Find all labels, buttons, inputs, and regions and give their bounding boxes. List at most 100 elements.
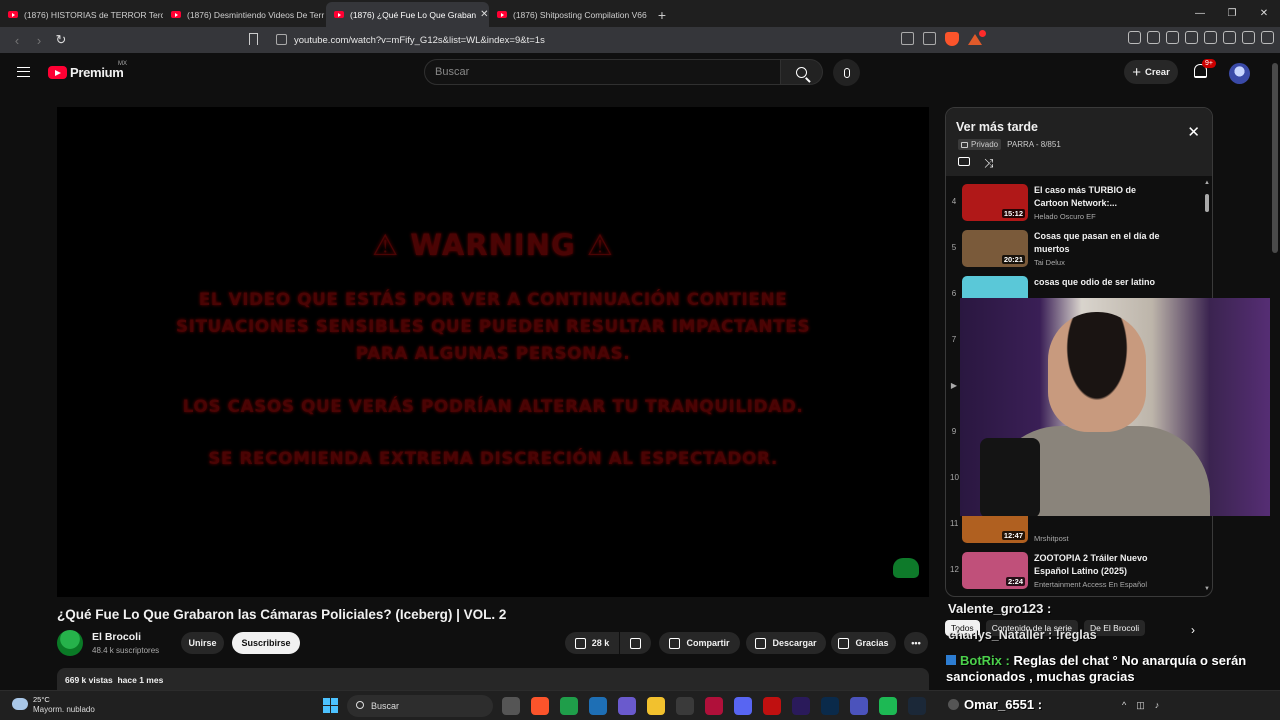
extensions-icon[interactable]: [1128, 31, 1141, 44]
account-avatar[interactable]: [1229, 63, 1250, 84]
volume-icon[interactable]: ♪: [1155, 700, 1160, 711]
playlist-item[interactable]: 5 20:21 Cosas que pasan en el día de muert…: [946, 226, 1212, 272]
maximize-icon[interactable]: ❐: [1216, 0, 1248, 27]
forward-icon[interactable]: ›: [28, 29, 50, 51]
create-label: Crear: [1144, 66, 1170, 78]
item-thumbnail[interactable]: 15:12: [962, 184, 1028, 221]
subscribe-button[interactable]: Suscribirse: [232, 632, 300, 654]
item-title[interactable]: Cosas que pasan en el día de muertos: [1034, 230, 1169, 256]
item-channel[interactable]: Mrshitpost: [1034, 534, 1069, 543]
search-button[interactable]: [781, 59, 823, 85]
close-window-icon[interactable]: ✕: [1248, 0, 1280, 27]
folder-app-icon[interactable]: [647, 697, 665, 715]
item-index: ▶: [950, 381, 958, 390]
windows-start-icon[interactable]: [323, 698, 338, 713]
chips-next-icon[interactable]: ›: [1191, 623, 1195, 637]
join-button[interactable]: Unirse: [181, 632, 224, 654]
site-info-icon[interactable]: [276, 34, 287, 45]
vs-app-icon[interactable]: [589, 697, 607, 715]
steam-app-icon[interactable]: [908, 697, 926, 715]
cast-icon[interactable]: [901, 32, 914, 45]
minimize-icon[interactable]: —: [1184, 0, 1216, 27]
screenshot-icon[interactable]: [1147, 31, 1160, 44]
voice-search-button[interactable]: [833, 59, 860, 86]
more-actions-button[interactable]: •••: [904, 632, 928, 654]
item-index: 11: [950, 519, 959, 528]
download-button[interactable]: Descargar: [746, 632, 826, 654]
task-view-icon[interactable]: [502, 697, 520, 715]
media-icon[interactable]: [1166, 31, 1179, 44]
close-playlist-icon[interactable]: ✕: [1187, 123, 1200, 141]
microphone-arm: [980, 438, 1040, 516]
share-button[interactable]: Compartir: [659, 632, 740, 654]
tray-overflow-icon[interactable]: ^: [1122, 700, 1126, 711]
browser-tab-active[interactable]: (1876) ¿Qué Fue Lo Que Graban ✕: [326, 2, 489, 27]
item-thumbnail[interactable]: 20:21: [962, 230, 1028, 267]
dislike-button[interactable]: [620, 632, 651, 654]
bookmark-icon[interactable]: [249, 33, 258, 45]
item-title[interactable]: cosas que odio de ser latino: [1034, 276, 1169, 289]
channel-avatar[interactable]: [57, 630, 83, 656]
brave-shields-icon[interactable]: [945, 32, 959, 46]
new-tab-icon[interactable]: +: [652, 2, 672, 27]
browser-tab[interactable]: (1876) Desmintiendo Videos De Terr: [163, 2, 326, 27]
loop-icon[interactable]: [958, 157, 970, 166]
shuffle-icon[interactable]: ⤨: [984, 156, 994, 171]
item-channel[interactable]: Helado Oscuro EF: [1034, 212, 1096, 221]
item-thumbnail[interactable]: 2:24: [962, 552, 1028, 589]
item-index: 10: [950, 473, 959, 482]
sidebar-icon[interactable]: [1185, 31, 1198, 44]
vpn-icon[interactable]: [1242, 31, 1255, 44]
opera-app-icon[interactable]: [763, 697, 781, 715]
brave-app-icon[interactable]: [531, 697, 549, 715]
channel-watermark-icon[interactable]: [893, 558, 919, 578]
premiere-app-icon[interactable]: [792, 697, 810, 715]
item-index: 12: [950, 565, 959, 574]
browser-tab[interactable]: (1876) HISTORIAS de TERROR Tercer: [0, 2, 163, 27]
taskbar-search[interactable]: Buscar: [347, 695, 493, 717]
close-tab-icon[interactable]: ✕: [476, 9, 488, 20]
item-title[interactable]: El caso más TURBIO de Cartoon Network:..…: [1034, 184, 1169, 210]
share-icon[interactable]: [923, 32, 936, 45]
back-icon[interactable]: ‹: [6, 29, 28, 51]
scroll-down-icon[interactable]: ▼: [1204, 586, 1210, 592]
item-title[interactable]: ZOOTOPIA 2 Tráiler Nuevo Español Latino …: [1034, 552, 1169, 578]
playlist-item[interactable]: 12 2:24 ZOOTOPIA 2 Tráiler Nuevo Español L…: [946, 548, 1212, 594]
wallet-icon[interactable]: [1204, 31, 1217, 44]
mega-app-icon[interactable]: [705, 697, 723, 715]
search-input[interactable]: Buscar: [424, 59, 781, 85]
item-duration: 2:24: [1005, 577, 1025, 586]
spotify-app-icon[interactable]: [879, 697, 897, 715]
discord-app-icon[interactable]: [734, 697, 752, 715]
network-icon[interactable]: ◫: [1136, 700, 1145, 711]
store-app-icon[interactable]: [676, 697, 694, 715]
leo-ai-icon[interactable]: [1223, 31, 1236, 44]
youtube-logo[interactable]: Premium MX: [48, 61, 127, 80]
video-player[interactable]: ⚠ WARNING ⚠ EL VIDEO QUE ESTÁS POR VER A…: [57, 107, 929, 597]
create-button[interactable]: + Crear: [1124, 60, 1178, 84]
thanks-button[interactable]: Gracias: [831, 632, 896, 654]
item-channel[interactable]: Tai Delux: [1034, 258, 1065, 267]
brave-rewards-icon[interactable]: [968, 30, 986, 46]
copilot-app-icon[interactable]: [618, 697, 636, 715]
chat-username: Omar_6551 :: [964, 697, 1043, 712]
playlist-title[interactable]: Ver más tarde: [956, 120, 1038, 134]
chrome-app-icon[interactable]: [560, 697, 578, 715]
hamburger-menu-icon[interactable]: [17, 67, 30, 77]
weather-cloud-icon[interactable]: [12, 698, 28, 710]
item-channel[interactable]: Entertainment Access En Español: [1034, 580, 1147, 589]
address-bar[interactable]: youtube.com/watch?v=mFify_G12s&list=WL&i…: [270, 30, 900, 50]
page-scrollbar[interactable]: [1270, 53, 1280, 690]
browser-tab[interactable]: (1876) Shitposting Compilation V66: [489, 2, 652, 27]
tab-title: (1876) ¿Qué Fue Lo Que Graban: [350, 9, 477, 20]
reload-icon[interactable]: ↻: [50, 29, 72, 51]
menu-icon[interactable]: [1261, 31, 1274, 44]
teams-app-icon[interactable]: [850, 697, 868, 715]
scroll-up-icon[interactable]: ▲: [1204, 180, 1210, 186]
photoshop-app-icon[interactable]: [821, 697, 839, 715]
page-scroll-thumb[interactable]: [1272, 63, 1278, 253]
playlist-item[interactable]: 4 15:12 El caso más TURBIO de Cartoon Netw…: [946, 180, 1212, 226]
scroll-thumb[interactable]: [1205, 194, 1209, 212]
channel-name[interactable]: El Brocoli: [92, 631, 141, 643]
like-button[interactable]: 28 k: [565, 632, 619, 654]
